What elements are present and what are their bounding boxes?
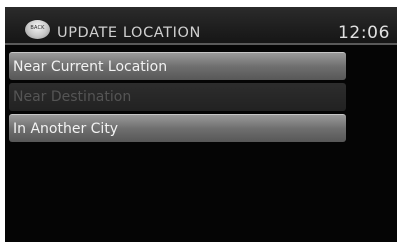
back-icon-label: BACK [30,25,45,31]
near-destination-button: Near Destination [9,83,346,111]
nav-screen: BACK UPDATE LOCATION 12:06 Near Current … [5,7,397,242]
in-another-city-button[interactable]: In Another City [9,114,346,142]
header-bar: BACK UPDATE LOCATION 12:06 [5,7,397,43]
near-current-location-button[interactable]: Near Current Location [9,52,346,80]
header-divider [5,43,397,45]
back-icon[interactable]: BACK [25,20,50,39]
page-title: UPDATE LOCATION [57,25,201,41]
clock: 12:06 [338,23,390,43]
